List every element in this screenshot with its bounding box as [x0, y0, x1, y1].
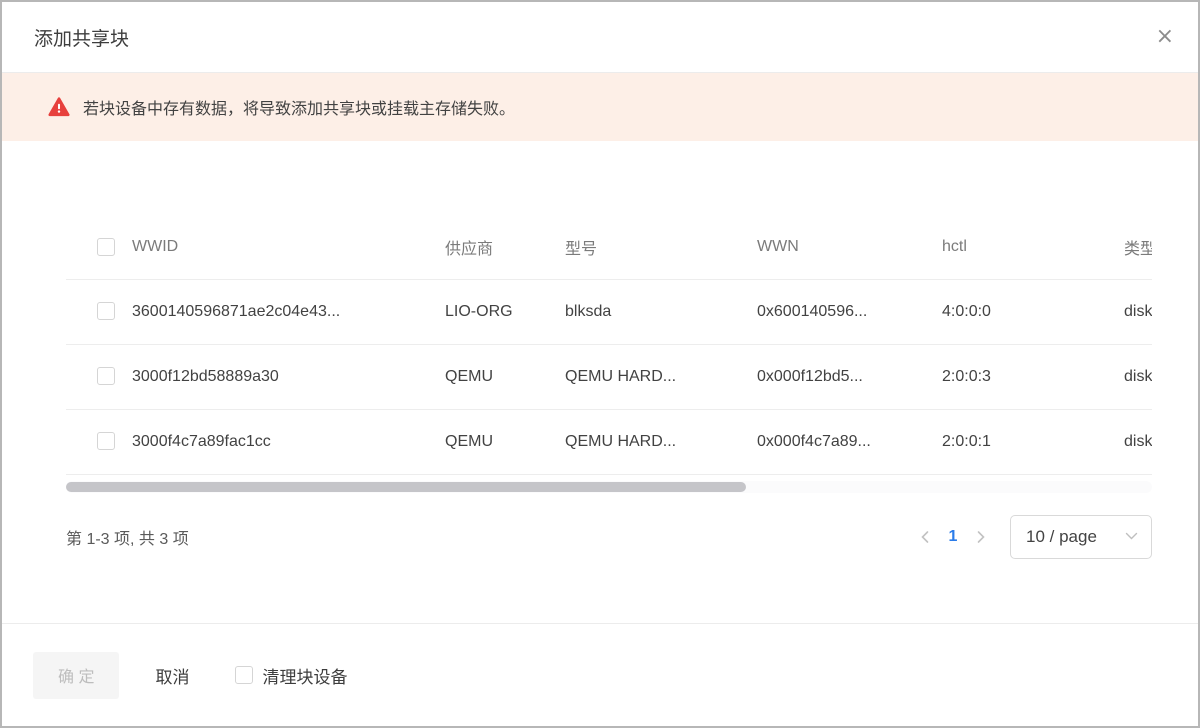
chevron-down-icon [1125, 532, 1138, 541]
cell-model: blksda [565, 279, 757, 344]
scrollbar-thumb[interactable] [66, 482, 746, 492]
dialog-title: 添加共享块 [34, 24, 129, 51]
cell-wwn: 0x000f4c7a89... [757, 409, 942, 474]
select-all-checkbox[interactable] [97, 238, 115, 256]
chevron-left-icon [919, 530, 931, 544]
page-number-1[interactable]: 1 [938, 528, 968, 546]
row-checkbox[interactable] [97, 432, 115, 450]
device-table: WWID 供应商 型号 WWN hctl 类型 3600140596871ae2… [66, 215, 1152, 475]
prev-page-button[interactable] [912, 524, 938, 550]
table-row: 3000f12bd58889a30 QEMU QEMU HARD... 0x00… [66, 344, 1152, 409]
col-header-wwid: WWID [132, 215, 445, 279]
cell-hctl: 2:0:0:1 [942, 409, 1124, 474]
cell-wwid: 3600140596871ae2c04e43... [132, 279, 445, 344]
table-row: 3000f4c7a89fac1cc QEMU QEMU HARD... 0x00… [66, 409, 1152, 474]
dialog-footer: 确 定 取消 清理块设备 [2, 623, 1198, 726]
row-checkbox[interactable] [97, 302, 115, 320]
cell-wwid: 3000f12bd58889a30 [132, 344, 445, 409]
alert-banner: 若块设备中存有数据，将导致添加共享块或挂载主存储失败。 [2, 73, 1198, 141]
cleanup-checkbox[interactable] [235, 666, 253, 684]
cell-model: QEMU HARD... [565, 409, 757, 474]
warning-triangle-icon [48, 96, 70, 118]
cell-vendor: QEMU [445, 344, 565, 409]
next-page-button[interactable] [968, 524, 994, 550]
alert-message: 若块设备中存有数据，将导致添加共享块或挂载主存储失败。 [83, 95, 515, 119]
cancel-button[interactable]: 取消 [155, 663, 189, 688]
pagination: 第 1-3 项, 共 3 项 1 10 / page [66, 515, 1152, 559]
col-header-wwn: WWN [757, 215, 942, 279]
row-checkbox[interactable] [97, 367, 115, 385]
cleanup-checkbox-group[interactable]: 清理块设备 [235, 663, 347, 688]
cell-wwn: 0x600140596... [757, 279, 942, 344]
horizontal-scrollbar[interactable] [66, 481, 1152, 493]
add-shared-block-dialog: 添加共享块 × 若块设备中存有数据，将导致添加共享块或挂载主存储失败。 WWID [0, 0, 1200, 728]
cell-model: QEMU HARD... [565, 344, 757, 409]
col-header-type: 类型 [1124, 215, 1152, 279]
pagination-total: 第 1-3 项, 共 3 项 [66, 525, 189, 549]
cell-type: disk [1124, 409, 1152, 474]
close-icon[interactable]: × [1156, 26, 1174, 48]
cleanup-checkbox-label: 清理块设备 [262, 663, 347, 688]
table-row: 3600140596871ae2c04e43... LIO-ORG blksda… [66, 279, 1152, 344]
cell-hctl: 2:0:0:3 [942, 344, 1124, 409]
col-header-hctl: hctl [942, 215, 1124, 279]
ok-button[interactable]: 确 定 [33, 652, 119, 699]
table-header-row: WWID 供应商 型号 WWN hctl 类型 [66, 215, 1152, 279]
page-size-select[interactable]: 10 / page [1010, 515, 1152, 559]
cell-hctl: 4:0:0:0 [942, 279, 1124, 344]
page-size-value: 10 / page [1026, 527, 1097, 547]
cell-type: disk [1124, 279, 1152, 344]
cell-wwn: 0x000f12bd5... [757, 344, 942, 409]
cell-wwid: 3000f4c7a89fac1cc [132, 409, 445, 474]
col-header-vendor: 供应商 [445, 215, 565, 279]
col-header-model: 型号 [565, 215, 757, 279]
chevron-right-icon [975, 530, 987, 544]
cell-vendor: QEMU [445, 409, 565, 474]
dialog-header: 添加共享块 [2, 2, 1198, 73]
cell-vendor: LIO-ORG [445, 279, 565, 344]
cell-type: disk [1124, 344, 1152, 409]
